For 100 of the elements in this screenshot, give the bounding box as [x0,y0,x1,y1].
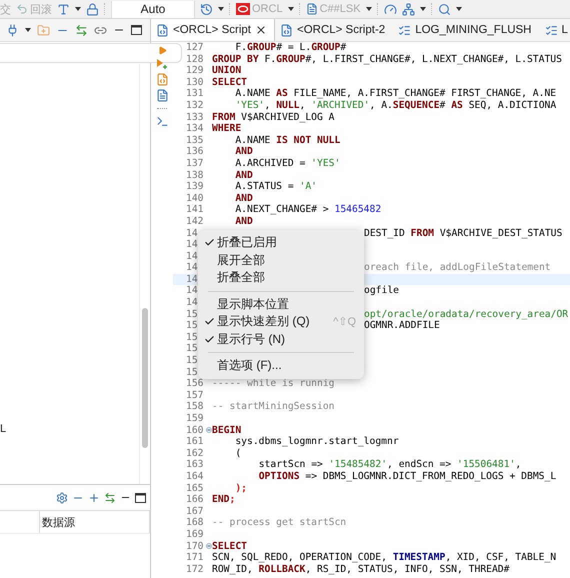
editor-tab[interactable]: LOG_MINING_FLUSH [393,19,540,41]
database-icon[interactable] [236,3,250,15]
line-number: 164 [185,470,204,483]
script-run-icon[interactable] [156,73,168,86]
editor-tab[interactable]: <ORCL> Script-2 [274,19,394,41]
caret-icon[interactable] [288,7,294,11]
code-line: A.NAME AS FILE_NAME, A.FIRST_CHANGE# FIRST_CHANGE, A.NE [235,88,556,100]
code-line: WHERE [212,123,242,135]
line-number: 160 [185,424,204,436]
code-line: ----- while is runnig [212,378,334,390]
terminal-icon[interactable] [156,115,168,128]
caret-icon[interactable] [25,28,31,32]
caret-icon[interactable] [456,7,462,11]
line-number: 170 [185,540,204,552]
line-number: 134 [185,123,204,135]
menu-item[interactable]: 显示行号 (N) [198,330,364,348]
document-icon[interactable] [156,89,168,102]
line-number: 14 [185,285,199,298]
line-number: 157 [185,390,204,402]
code-line: ROW_ID, ROLLBACK, RS_ID, STATUS, INFO, SSN, THREAD# [212,564,510,576]
line-number: 166 [185,494,204,506]
menu-item[interactable]: 折叠全部 [198,269,364,286]
tree-item[interactable]: L [0,423,139,436]
search-icon[interactable] [438,2,451,16]
maximize-icon[interactable] [131,25,142,35]
menu-item[interactable]: 首选项 (F)... [198,357,364,374]
gauge-icon[interactable] [384,2,397,16]
code-line: SELECT [212,540,247,552]
list-check-icon [544,24,558,36]
line-number: 130 [185,76,204,88]
line-number: 163 [185,459,204,471]
line-number: 131 [185,88,204,100]
line-number: 158 [185,401,204,413]
line-number: 14 [185,239,199,251]
code-line: BEGIN [212,424,242,436]
code-line: AND [235,216,253,228]
editor-tab[interactable]: <ORCL> Script [151,19,275,41]
plug-icon[interactable] [6,24,19,36]
collapse-icon[interactable] [206,427,212,434]
line-number: 172 [185,564,204,576]
code-line: oreach file, addLogFileStatement [364,262,551,274]
code-line: A.NAME IS NOT NULL [235,134,340,146]
column-header[interactable]: 数据源 [40,511,150,533]
script-icon [280,24,293,36]
caret-icon[interactable] [420,7,426,11]
execute-add-icon[interactable] [156,58,168,70]
code-line: GROUP BY F.GROUP#, L.FIRST_CHANGE#, L.NEXT_CHANGE#, L.STATUS [212,54,562,66]
maximize-icon[interactable] [135,492,146,502]
code-line: SCN, SQL_REDO, OPERATION_CODE, TIMESTAMP, XID, CSF, TABLE_N [212,552,556,564]
line-number: 139 [185,181,204,193]
line-number: 14 [185,274,199,286]
schema-icon[interactable] [306,3,318,15]
line-number: 159 [185,413,204,425]
line-number: 15 [185,332,199,344]
line-number: 14 [185,262,199,274]
code-line: AND [235,170,253,182]
menu-item[interactable]: 折叠已启用 [198,234,364,252]
line-number: 128 [185,54,204,66]
history-icon[interactable] [200,2,213,16]
code-line: DEST_ID FROM V$ARCHIVE_DEST_STATUS [364,228,562,240]
line-number: 171 [185,552,204,564]
line-number: 156 [185,378,204,390]
caret-icon[interactable] [75,7,81,11]
menu-item[interactable]: 展开全部 [198,252,364,269]
code-line: FROM V$ARCHIVED_LOG A [212,112,334,124]
line-number: 15 [185,308,199,320]
close-icon[interactable] [254,24,267,36]
filter-field[interactable] [0,43,182,63]
line-number: 162 [185,448,204,460]
link-arrows-icon[interactable] [75,24,88,36]
code-line: ); [235,482,248,494]
caret-icon[interactable] [366,7,372,11]
execute-icon[interactable] [158,46,166,55]
code-line: A.NEXT_CHANGE# > 15465482 [235,204,382,216]
line-number: 141 [185,204,204,216]
collapse-icon[interactable] [206,543,212,550]
link-arrows-icon[interactable] [104,492,116,504]
menu-item[interactable]: 显示快速差别 (Q) ^⇧Q [198,313,364,330]
menu-item[interactable]: 显示脚本位置 [198,296,364,313]
code-line: OGMNR.ADDFILE [364,320,440,332]
line-number: 165 [185,482,204,494]
code-line: 'YES', NULL, 'ARCHIVED', A.SEQUENCE# AS SEQ, A.DICTIONA [235,100,556,112]
line-number: 129 [185,65,204,77]
code-line: SELECT [212,76,247,88]
lock-icon[interactable] [86,2,99,16]
settings-icon[interactable] [56,492,68,504]
hierarchy-icon[interactable] [402,2,415,16]
code-line: ogfile [364,285,399,298]
line-number: 14 [185,250,199,262]
line-number: 132 [185,100,204,112]
transaction-mode-field[interactable]: Auto [111,0,195,18]
caret-icon[interactable] [218,7,224,11]
line-number: 127 [185,42,204,54]
text-format-icon[interactable] [57,2,70,16]
code-line: ( [235,448,242,460]
add-icon[interactable] [88,492,100,504]
code-line: AND [235,146,253,158]
editor-tab[interactable]: L [540,19,570,41]
scrollbar-thumb[interactable] [142,308,148,448]
line-number: 167 [185,506,204,518]
